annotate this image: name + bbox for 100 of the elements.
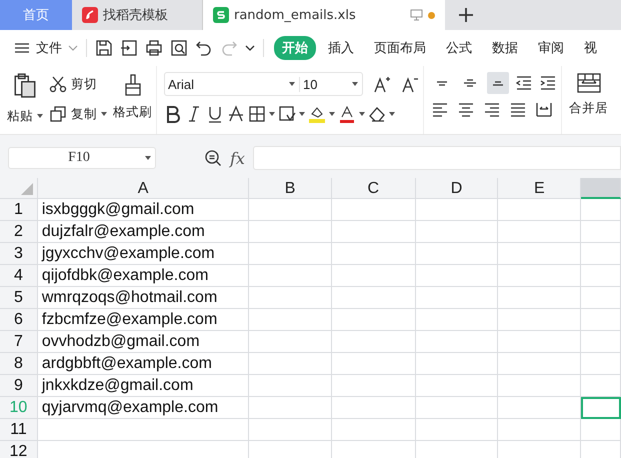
scissors-icon[interactable] — [49, 75, 67, 93]
caret-icon — [269, 112, 275, 116]
cut-button[interactable]: 剪切 — [71, 76, 97, 92]
caret-icon — [37, 114, 43, 118]
eraser-icon[interactable] — [368, 105, 386, 123]
table-cell: ardgbbft@example.com — [38, 353, 250, 375]
empty-cell — [581, 221, 621, 243]
caret-icon — [299, 112, 305, 116]
column-header[interactable]: B — [249, 178, 332, 199]
empty-cell — [581, 199, 621, 221]
menu-tab[interactable]: 视 — [576, 36, 605, 60]
row-header[interactable]: 11 — [0, 419, 38, 441]
table-cell: dujzfalr@example.com — [38, 221, 250, 243]
format-painter-button[interactable]: 格式刷 — [113, 104, 152, 121]
paste-button[interactable]: 粘贴 — [7, 108, 33, 124]
empty-cell — [581, 243, 621, 265]
row-header[interactable]: 8 — [0, 353, 38, 375]
tab-label: 找稻壳模板 — [103, 7, 168, 24]
row-header[interactable]: 9 — [0, 375, 38, 397]
conditional-format-icon[interactable] — [278, 105, 296, 123]
merge-center-icon[interactable] — [576, 72, 602, 94]
increase-font-icon[interactable] — [373, 75, 391, 93]
caret-icon — [389, 112, 395, 116]
font-color-icon[interactable] — [338, 105, 356, 123]
tab-label: 首页 — [23, 7, 49, 24]
app-logo-icon — [82, 7, 98, 23]
font-field[interactable]: Arial 10 — [164, 72, 363, 96]
copy-icon[interactable] — [49, 105, 67, 123]
menu-tab[interactable]: 公式 — [438, 36, 480, 60]
fill-color-icon[interactable] — [308, 105, 326, 123]
formula-input[interactable] — [252, 146, 621, 170]
print-icon[interactable] — [145, 39, 163, 57]
zoom-formula-icon[interactable] — [204, 149, 222, 167]
tab[interactable]: random_emails.xls — [203, 0, 445, 30]
row-header[interactable]: 12 — [0, 441, 38, 458]
borders-icon[interactable] — [248, 105, 266, 123]
row-header[interactable]: 3 — [0, 243, 38, 265]
table-cell: ovvhodzb@gmail.com — [38, 331, 250, 353]
align-top-icon — [436, 80, 448, 86]
row-header[interactable]: 4 — [0, 265, 38, 287]
tab-label: random_emails.xls — [234, 8, 356, 22]
copy-button[interactable]: 复制 — [71, 106, 97, 122]
decrease-font-icon[interactable] — [401, 75, 419, 93]
row-header[interactable]: 2 — [0, 221, 38, 243]
table-cell: jnkxkdze@gmail.com — [38, 375, 250, 397]
chevron-down-icon — [68, 45, 78, 51]
empty-cell — [581, 287, 621, 309]
monitor-icon[interactable] — [410, 9, 423, 21]
underline-icon[interactable] — [206, 105, 224, 123]
menu-tab[interactable]: 插入 — [320, 36, 362, 60]
caret-icon — [145, 156, 151, 160]
merge-center-button[interactable]: 合并居 — [569, 100, 608, 117]
bold-icon[interactable] — [164, 105, 182, 123]
spreadsheet-logo-icon — [213, 7, 229, 23]
row-header[interactable]: 1 — [0, 199, 38, 221]
decrease-indent-icon[interactable] — [515, 74, 533, 92]
caret-icon — [352, 82, 358, 86]
function-button[interactable]: fx — [230, 148, 245, 168]
empty-cell — [581, 375, 621, 397]
export-icon[interactable] — [120, 39, 138, 57]
column-header[interactable]: E — [498, 178, 582, 199]
distributed-icon[interactable] — [535, 100, 553, 118]
row-header[interactable]: 6 — [0, 309, 38, 331]
table-cell: fzbcmfze@example.com — [38, 309, 250, 331]
menu-tab[interactable]: 页面布局 — [366, 36, 434, 60]
empty-cell — [581, 353, 621, 375]
empty-cell — [581, 309, 621, 331]
table-cell: jgyxcchv@example.com — [38, 243, 250, 265]
selected-cell[interactable] — [581, 397, 621, 419]
table-cell: wmrqzoqs@hotmail.com — [38, 287, 250, 309]
row-header[interactable]: 5 — [0, 287, 38, 309]
empty-cell — [581, 419, 621, 441]
empty-cell — [581, 265, 621, 287]
undo-icon[interactable] — [195, 39, 213, 57]
caret-icon — [101, 112, 107, 116]
paste-icon[interactable] — [13, 72, 37, 98]
caret-icon — [359, 112, 365, 116]
chevron-down-icon[interactable] — [245, 45, 255, 51]
table-cell: isxbgggk@gmail.com — [38, 199, 250, 221]
table-cell: qijofdbk@example.com — [38, 265, 250, 287]
caret-icon — [289, 82, 295, 86]
menu-tab[interactable]: 数据 — [484, 36, 526, 60]
add-tab-icon[interactable] — [459, 8, 473, 22]
column-header[interactable]: D — [416, 178, 498, 199]
align-bottom-icon — [492, 80, 504, 86]
name-box[interactable]: F10 — [8, 147, 156, 169]
print-preview-icon[interactable] — [170, 39, 188, 57]
table-cell: qyjarvmq@example.com — [38, 397, 250, 419]
increase-indent-icon[interactable] — [539, 74, 557, 92]
strikethrough-icon[interactable] — [227, 105, 245, 123]
vertical-align-button[interactable] — [487, 72, 509, 94]
save-icon[interactable] — [95, 39, 113, 57]
column-header[interactable]: C — [332, 178, 416, 199]
row-header[interactable]: 7 — [0, 331, 38, 353]
column-header[interactable]: A — [38, 178, 250, 199]
empty-cell — [581, 331, 621, 353]
menu-tab[interactable]: 审阅 — [530, 36, 572, 60]
file-menu[interactable]: 文件 — [36, 39, 62, 57]
caret-icon — [329, 112, 335, 116]
align-middle-icon — [463, 79, 477, 87]
